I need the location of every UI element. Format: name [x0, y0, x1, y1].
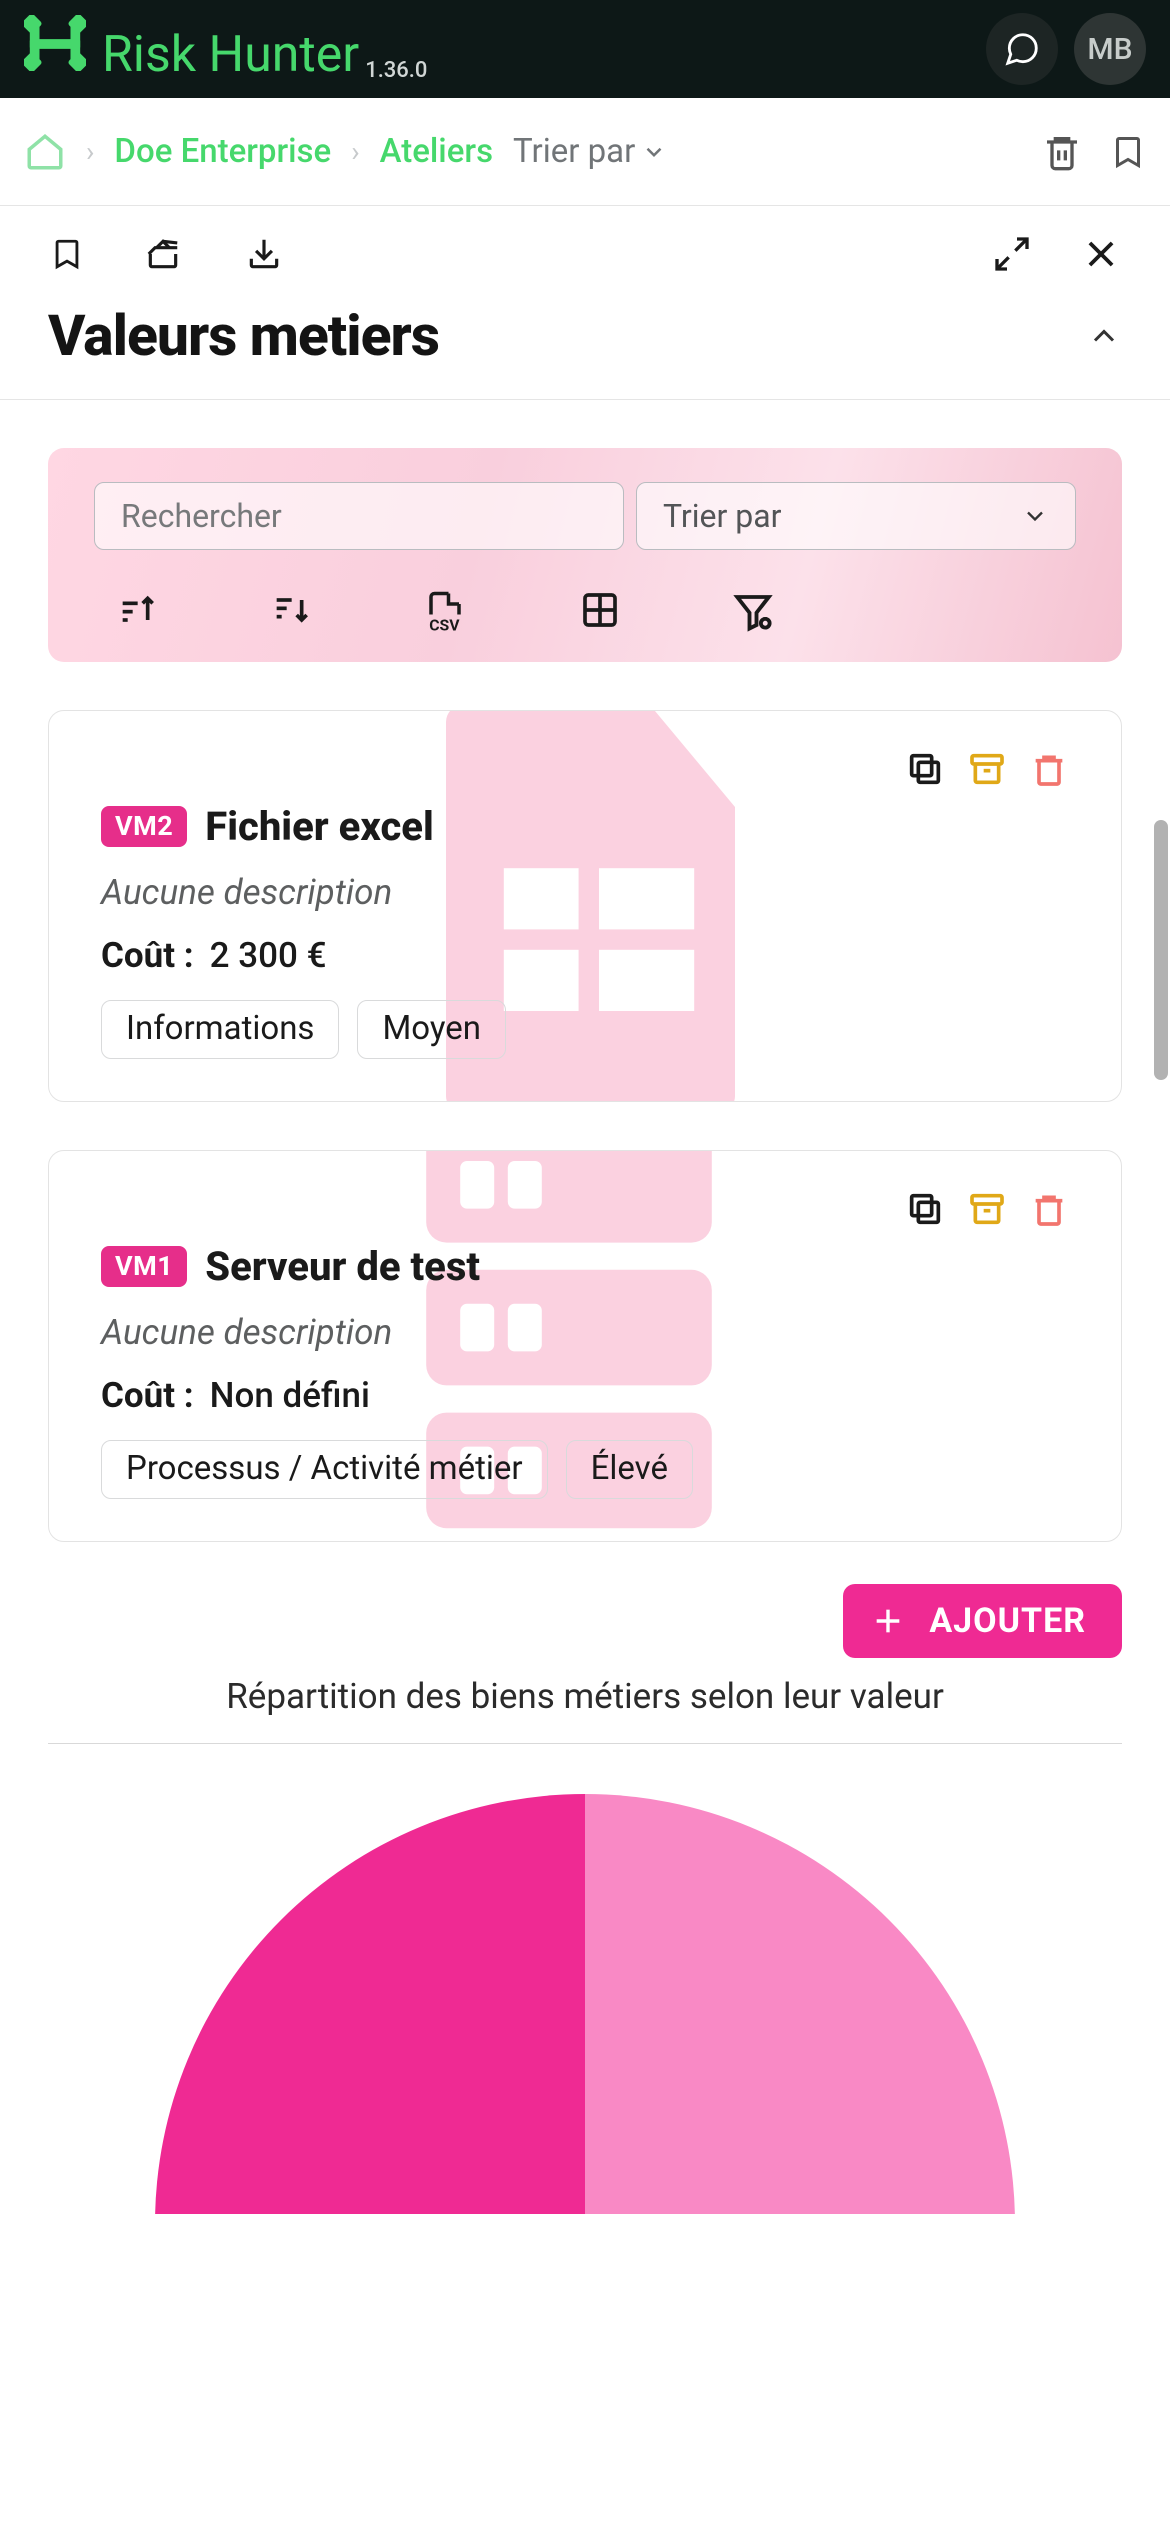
tag[interactable]: Élevé [566, 1440, 693, 1499]
cost-value: 2 300 € [210, 935, 327, 976]
tag[interactable]: Informations [101, 1000, 339, 1059]
action-bar [0, 206, 1170, 302]
chat-button[interactable] [986, 13, 1058, 85]
tag[interactable]: Moyen [357, 1000, 506, 1059]
add-button[interactable]: AJOUTER [843, 1584, 1122, 1658]
card-description: Aucune description [101, 1312, 1069, 1353]
page-title-row: Valeurs metiers [0, 302, 1170, 400]
breadcrumb-section[interactable]: Ateliers [380, 132, 493, 171]
bookmark-outline-icon[interactable] [50, 234, 84, 274]
share-icon[interactable] [142, 235, 184, 273]
breadcrumb-org[interactable]: Doe Enterprise [114, 132, 331, 171]
chevron-right-icon: › [86, 135, 94, 168]
grid-icon[interactable] [578, 590, 622, 630]
bookmark-icon[interactable] [1110, 130, 1146, 174]
card-title[interactable]: Serveur de test [205, 1243, 480, 1290]
expand-icon[interactable] [992, 234, 1032, 274]
sort-select[interactable]: Trier par [636, 482, 1076, 550]
cost-value: Non défini [210, 1375, 370, 1416]
search-input[interactable] [94, 482, 624, 550]
tag[interactable]: Processus / Activité métier [101, 1440, 548, 1499]
download-icon[interactable] [242, 235, 286, 273]
page-title: Valeurs metiers [48, 302, 1086, 369]
card-badge: VM1 [101, 1246, 187, 1287]
plus-icon [871, 1604, 905, 1638]
chat-icon [1003, 30, 1041, 68]
export-csv-icon[interactable]: CSV [422, 590, 468, 632]
sort-desc-icon[interactable] [268, 590, 312, 630]
app-header: Risk Hunter 1.36.0 MB [0, 0, 1170, 98]
value-card: VM1 Serveur de test Aucune description C… [48, 1150, 1122, 1542]
filter-panel: Trier par CSV [48, 448, 1122, 662]
card-badge: VM2 [101, 806, 187, 847]
card-title[interactable]: Fichier excel [205, 803, 434, 850]
chevron-down-icon [1021, 502, 1049, 530]
breadcrumb: › Doe Enterprise › Ateliers Trier par [24, 131, 1042, 173]
chevron-down-icon [641, 139, 667, 165]
breadcrumb-sort[interactable]: Trier par [513, 132, 667, 171]
value-card: VM2 Fichier excel Aucune description Coû… [48, 710, 1122, 1102]
chart-title: Répartition des biens métiers selon leur… [48, 1658, 1122, 1744]
home-icon[interactable] [24, 131, 66, 173]
copy-icon[interactable] [905, 1189, 945, 1229]
chevron-up-icon[interactable] [1086, 318, 1122, 354]
app-version: 1.36.0 [365, 58, 427, 83]
scrollbar-thumb[interactable] [1154, 820, 1168, 1080]
cost-label: Coût : [101, 935, 194, 976]
pie-chart [0, 1794, 1170, 2214]
logo-icon [24, 15, 86, 71]
archive-icon[interactable] [967, 1189, 1007, 1229]
chevron-right-icon: › [351, 135, 359, 168]
sort-asc-icon[interactable] [114, 590, 158, 630]
cost-label: Coût : [101, 1375, 194, 1416]
app-name: Risk Hunter [102, 26, 359, 84]
delete-icon[interactable] [1029, 1189, 1069, 1229]
card-description: Aucune description [101, 872, 1069, 913]
archive-icon[interactable] [967, 749, 1007, 789]
filter-settings-icon[interactable] [732, 590, 774, 632]
user-initials: MB [1087, 32, 1132, 67]
user-avatar[interactable]: MB [1074, 13, 1146, 85]
svg-text:CSV: CSV [429, 615, 460, 632]
breadcrumb-bar: › Doe Enterprise › Ateliers Trier par [0, 98, 1170, 206]
close-icon[interactable] [1082, 235, 1120, 273]
delete-icon[interactable] [1029, 749, 1069, 789]
copy-icon[interactable] [905, 749, 945, 789]
brand[interactable]: Risk Hunter 1.36.0 [24, 15, 986, 84]
trash-icon[interactable] [1042, 130, 1082, 174]
